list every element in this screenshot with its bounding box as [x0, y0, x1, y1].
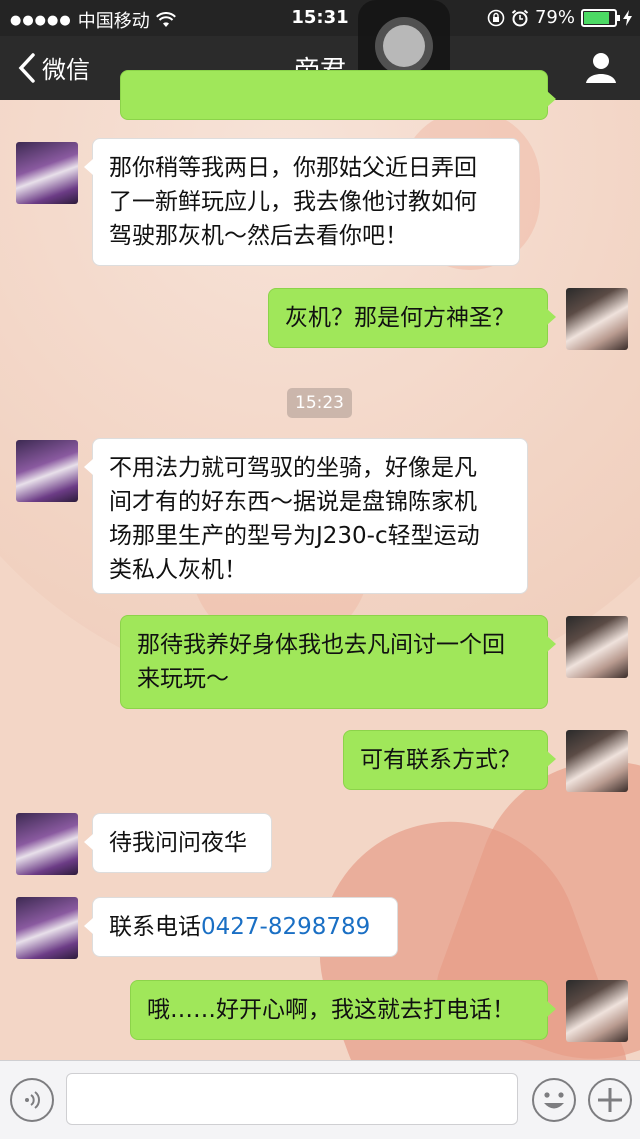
timestamp-chip: 15:23: [287, 388, 352, 418]
battery-fill: [584, 11, 610, 24]
message-line: 驾驶那灰机～然后去看你吧！: [109, 223, 408, 249]
voice-button[interactable]: [10, 1078, 54, 1122]
person-icon[interactable]: [584, 50, 618, 84]
emoji-button[interactable]: [532, 1078, 576, 1122]
message-line: 了一新鲜玩应儿，我去像他讨教如何: [109, 189, 477, 215]
battery-percent: 79%: [534, 7, 575, 28]
self-avatar[interactable]: [566, 730, 628, 792]
self-avatar[interactable]: [566, 288, 628, 350]
message-bubble-partial[interactable]: [120, 70, 556, 120]
rotation-lock-icon: [487, 9, 505, 26]
message-bubble[interactable]: 哦……好开心啊，我这就去打电话！: [130, 980, 556, 1040]
contact-avatar[interactable]: [16, 142, 78, 204]
alarm-icon: [511, 9, 529, 26]
message-line: 场那里生产的型号为J230-c轻型运动: [109, 523, 480, 549]
message-line: 那你稍等我两日，你那姑父近日弄回: [109, 155, 477, 181]
input-bar: [0, 1060, 640, 1139]
more-button[interactable]: [588, 1078, 632, 1122]
message-text: 可有联系方式？: [360, 747, 521, 773]
message-line: 类私人灰机！: [109, 557, 247, 583]
message-bubble[interactable]: 那待我养好身体我也去凡间讨一个回 来玩玩～: [120, 615, 556, 709]
message-bubble[interactable]: 待我问问夜华: [84, 813, 272, 873]
voice-icon: [25, 1091, 40, 1109]
charging-bolt-icon: [623, 9, 632, 26]
message-text: 哦……好开心啊，我这就去打电话！: [147, 997, 515, 1023]
message-text: 联系电话: [109, 914, 201, 940]
message-bubble[interactable]: 那你稍等我两日，你那姑父近日弄回 了一新鲜玩应儿，我去像他讨教如何 驾驶那灰机～…: [84, 138, 520, 266]
self-avatar[interactable]: [566, 980, 628, 1042]
message-text: 待我问问夜华: [109, 830, 247, 856]
message-bubble[interactable]: 不用法力就可驾驭的坐骑，好像是凡 间才有的好东西～据说是盘锦陈家机 场那里生产的…: [84, 438, 528, 594]
message-text: 灰机？那是何方神圣？: [285, 305, 515, 331]
self-avatar[interactable]: [566, 616, 628, 678]
message-line: 不用法力就可驾驭的坐骑，好像是凡: [109, 455, 477, 481]
contact-avatar[interactable]: [16, 897, 78, 959]
message-line: 来玩玩～: [137, 666, 229, 692]
plus-icon: [598, 1088, 622, 1112]
battery-icon: [581, 8, 620, 27]
message-line: 间才有的好东西～据说是盘锦陈家机: [109, 489, 477, 515]
emoji-icon: [544, 1092, 564, 1109]
contact-avatar[interactable]: [16, 440, 78, 502]
message-bubble[interactable]: 联系电话0427-8298789: [84, 897, 398, 957]
chat-area[interactable]: 那你稍等我两日，你那姑父近日弄回 了一新鲜玩应儿，我去像他讨教如何 驾驶那灰机～…: [0, 70, 640, 1060]
message-input[interactable]: [66, 1073, 518, 1125]
message-line: 那待我养好身体我也去凡间讨一个回: [137, 632, 505, 658]
contact-avatar[interactable]: [16, 813, 78, 875]
message-bubble[interactable]: 灰机？那是何方神圣？: [268, 288, 556, 348]
status-bar: ●●●●● 中国移动 15:31 79%: [0, 0, 640, 36]
phone-number-link[interactable]: 0427-8298789: [201, 914, 370, 940]
message-bubble[interactable]: 可有联系方式？: [343, 730, 556, 790]
